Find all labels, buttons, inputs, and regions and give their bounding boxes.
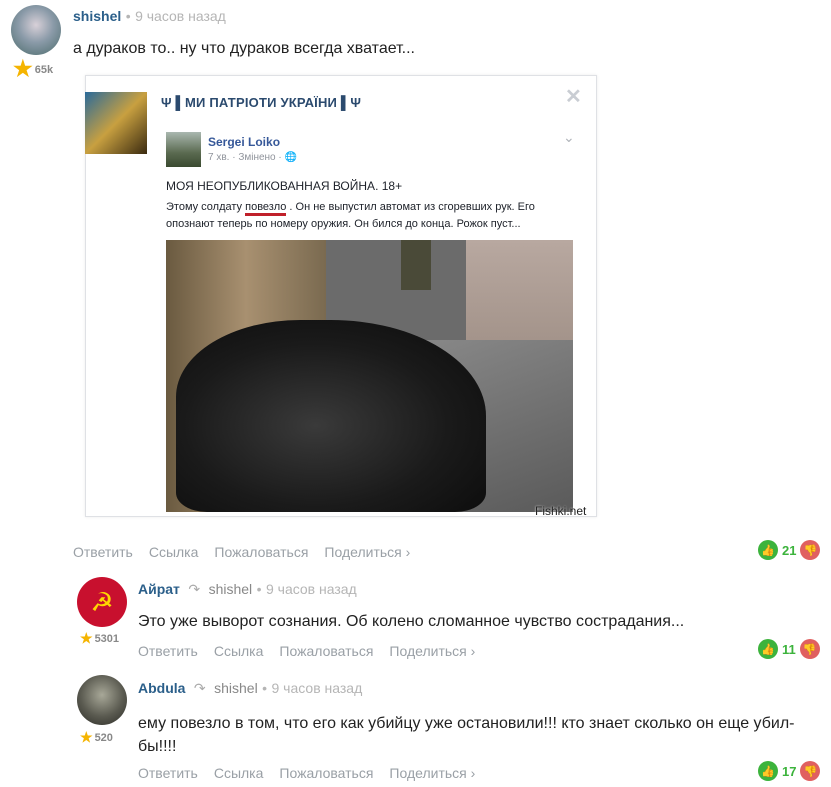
comment-actions: Ответить Ссылка Пожаловаться Поделиться › xyxy=(138,765,491,783)
post-photo xyxy=(166,240,573,512)
post-text: Этому солдату повезло . Он не выпустил а… xyxy=(166,201,535,230)
vote-score: 21 xyxy=(782,542,797,558)
reply-to-user[interactable]: shishel xyxy=(209,581,253,597)
reply-link[interactable]: Ответить xyxy=(73,544,133,560)
vote-score: 17 xyxy=(782,763,797,779)
comment-actions: Ответить Ссылка Пожаловаться Поделиться › xyxy=(138,643,491,661)
user-rating-abdula: ★ 520 xyxy=(80,729,113,745)
permalink[interactable]: Ссылка xyxy=(149,544,199,560)
share-link[interactable]: Поделиться › xyxy=(389,643,475,659)
post-meta: 7 хв. · Змінено · 🌐 xyxy=(208,152,297,163)
thumbs-up-icon[interactable]: 👍 xyxy=(758,639,778,659)
page-title: Ψ ▌МИ ПАТРІОТИ УКРАЇНИ ▌Ψ xyxy=(161,95,362,110)
reply-arrow-icon: ↷ xyxy=(188,581,201,597)
comment-text: ему повезло в том, что его как убийцу уж… xyxy=(138,715,795,755)
report-link[interactable]: Пожаловаться xyxy=(214,544,308,560)
share-link[interactable]: Поделиться › xyxy=(389,765,475,781)
reply-link[interactable]: Ответить xyxy=(138,643,198,659)
comment-text: Это уже выворот сознания. Об колено слом… xyxy=(138,613,685,630)
separator-dot: • xyxy=(125,8,131,24)
thumbs-down-icon[interactable]: 👎 xyxy=(799,639,820,659)
username-abdula[interactable]: Abdula xyxy=(138,680,185,696)
separator-dot: • xyxy=(256,581,262,597)
comment-header: Айрат ↷ shishel • 9 часов назад xyxy=(138,581,357,599)
comment-header: shishel • 9 часов назад xyxy=(73,8,226,26)
reply-arrow-icon: ↷ xyxy=(193,680,206,696)
comment-text: а дураков то.. ну что дураков всегда хва… xyxy=(73,40,415,57)
page-avatar xyxy=(85,92,147,154)
report-link[interactable]: Пожаловаться xyxy=(279,765,373,781)
avatar-shishel[interactable] xyxy=(11,5,61,55)
thumbs-up-icon[interactable]: 👍 xyxy=(758,761,778,781)
permalink[interactable]: Ссылка xyxy=(214,643,264,659)
post-title: МОЯ НЕОПУБЛИКОВАННАЯ ВОЙНА. 18+ xyxy=(166,179,403,193)
hammer-sickle-icon: ☭ xyxy=(90,586,114,617)
comment-time[interactable]: 9 часов назад xyxy=(266,581,357,597)
close-icon[interactable]: ✕ xyxy=(565,84,582,109)
vote-controls: 👍 21 👎 xyxy=(758,540,821,560)
share-link[interactable]: Поделиться › xyxy=(324,544,410,560)
thumbs-down-icon[interactable]: 👎 xyxy=(800,540,821,560)
embedded-post-image[interactable]: Ψ ▌МИ ПАТРІОТИ УКРАЇНИ ▌Ψ ✕ Sergei Loiko… xyxy=(73,67,601,519)
reply-link[interactable]: Ответить xyxy=(138,765,198,781)
comment-actions: Ответить Ссылка Пожаловаться Поделиться › xyxy=(73,544,426,562)
reply-to-user[interactable]: shishel xyxy=(214,680,258,696)
username-airat[interactable]: Айрат xyxy=(138,581,180,597)
watermark: Fishki.net xyxy=(535,504,587,518)
comment-time[interactable]: 9 часов назад xyxy=(272,680,363,696)
globe-icon: 🌐 xyxy=(284,152,297,163)
user-rating-shishel: ★ 65k xyxy=(13,56,54,81)
author-avatar xyxy=(166,132,201,167)
user-rating-airat: ★ 5301 xyxy=(80,630,120,646)
thumbs-up-icon[interactable]: 👍 xyxy=(758,540,778,560)
thumbs-down-icon[interactable]: 👎 xyxy=(800,761,821,781)
chevron-down-icon: ⌄ xyxy=(563,129,575,145)
star-icon: ★ xyxy=(80,729,93,745)
comment-header: Abdula ↷ shishel • 9 часов назад xyxy=(138,680,362,698)
comment-time[interactable]: 9 часов назад xyxy=(135,8,226,24)
avatar-airat[interactable]: ☭ xyxy=(77,577,127,627)
vote-controls: 👍 17 👎 xyxy=(758,761,821,781)
star-icon: ★ xyxy=(80,630,93,646)
underlined-word: повезло xyxy=(245,201,287,216)
username-shishel[interactable]: shishel xyxy=(73,8,121,24)
author-name: Sergei Loiko xyxy=(208,135,281,149)
permalink[interactable]: Ссылка xyxy=(214,765,264,781)
report-link[interactable]: Пожаловаться xyxy=(279,643,373,659)
avatar-abdula[interactable] xyxy=(77,675,127,725)
separator-dot: • xyxy=(262,680,268,696)
vote-score: 11 xyxy=(782,641,796,657)
star-icon: ★ xyxy=(13,56,33,81)
vote-controls: 👍 11 👎 xyxy=(758,639,820,659)
